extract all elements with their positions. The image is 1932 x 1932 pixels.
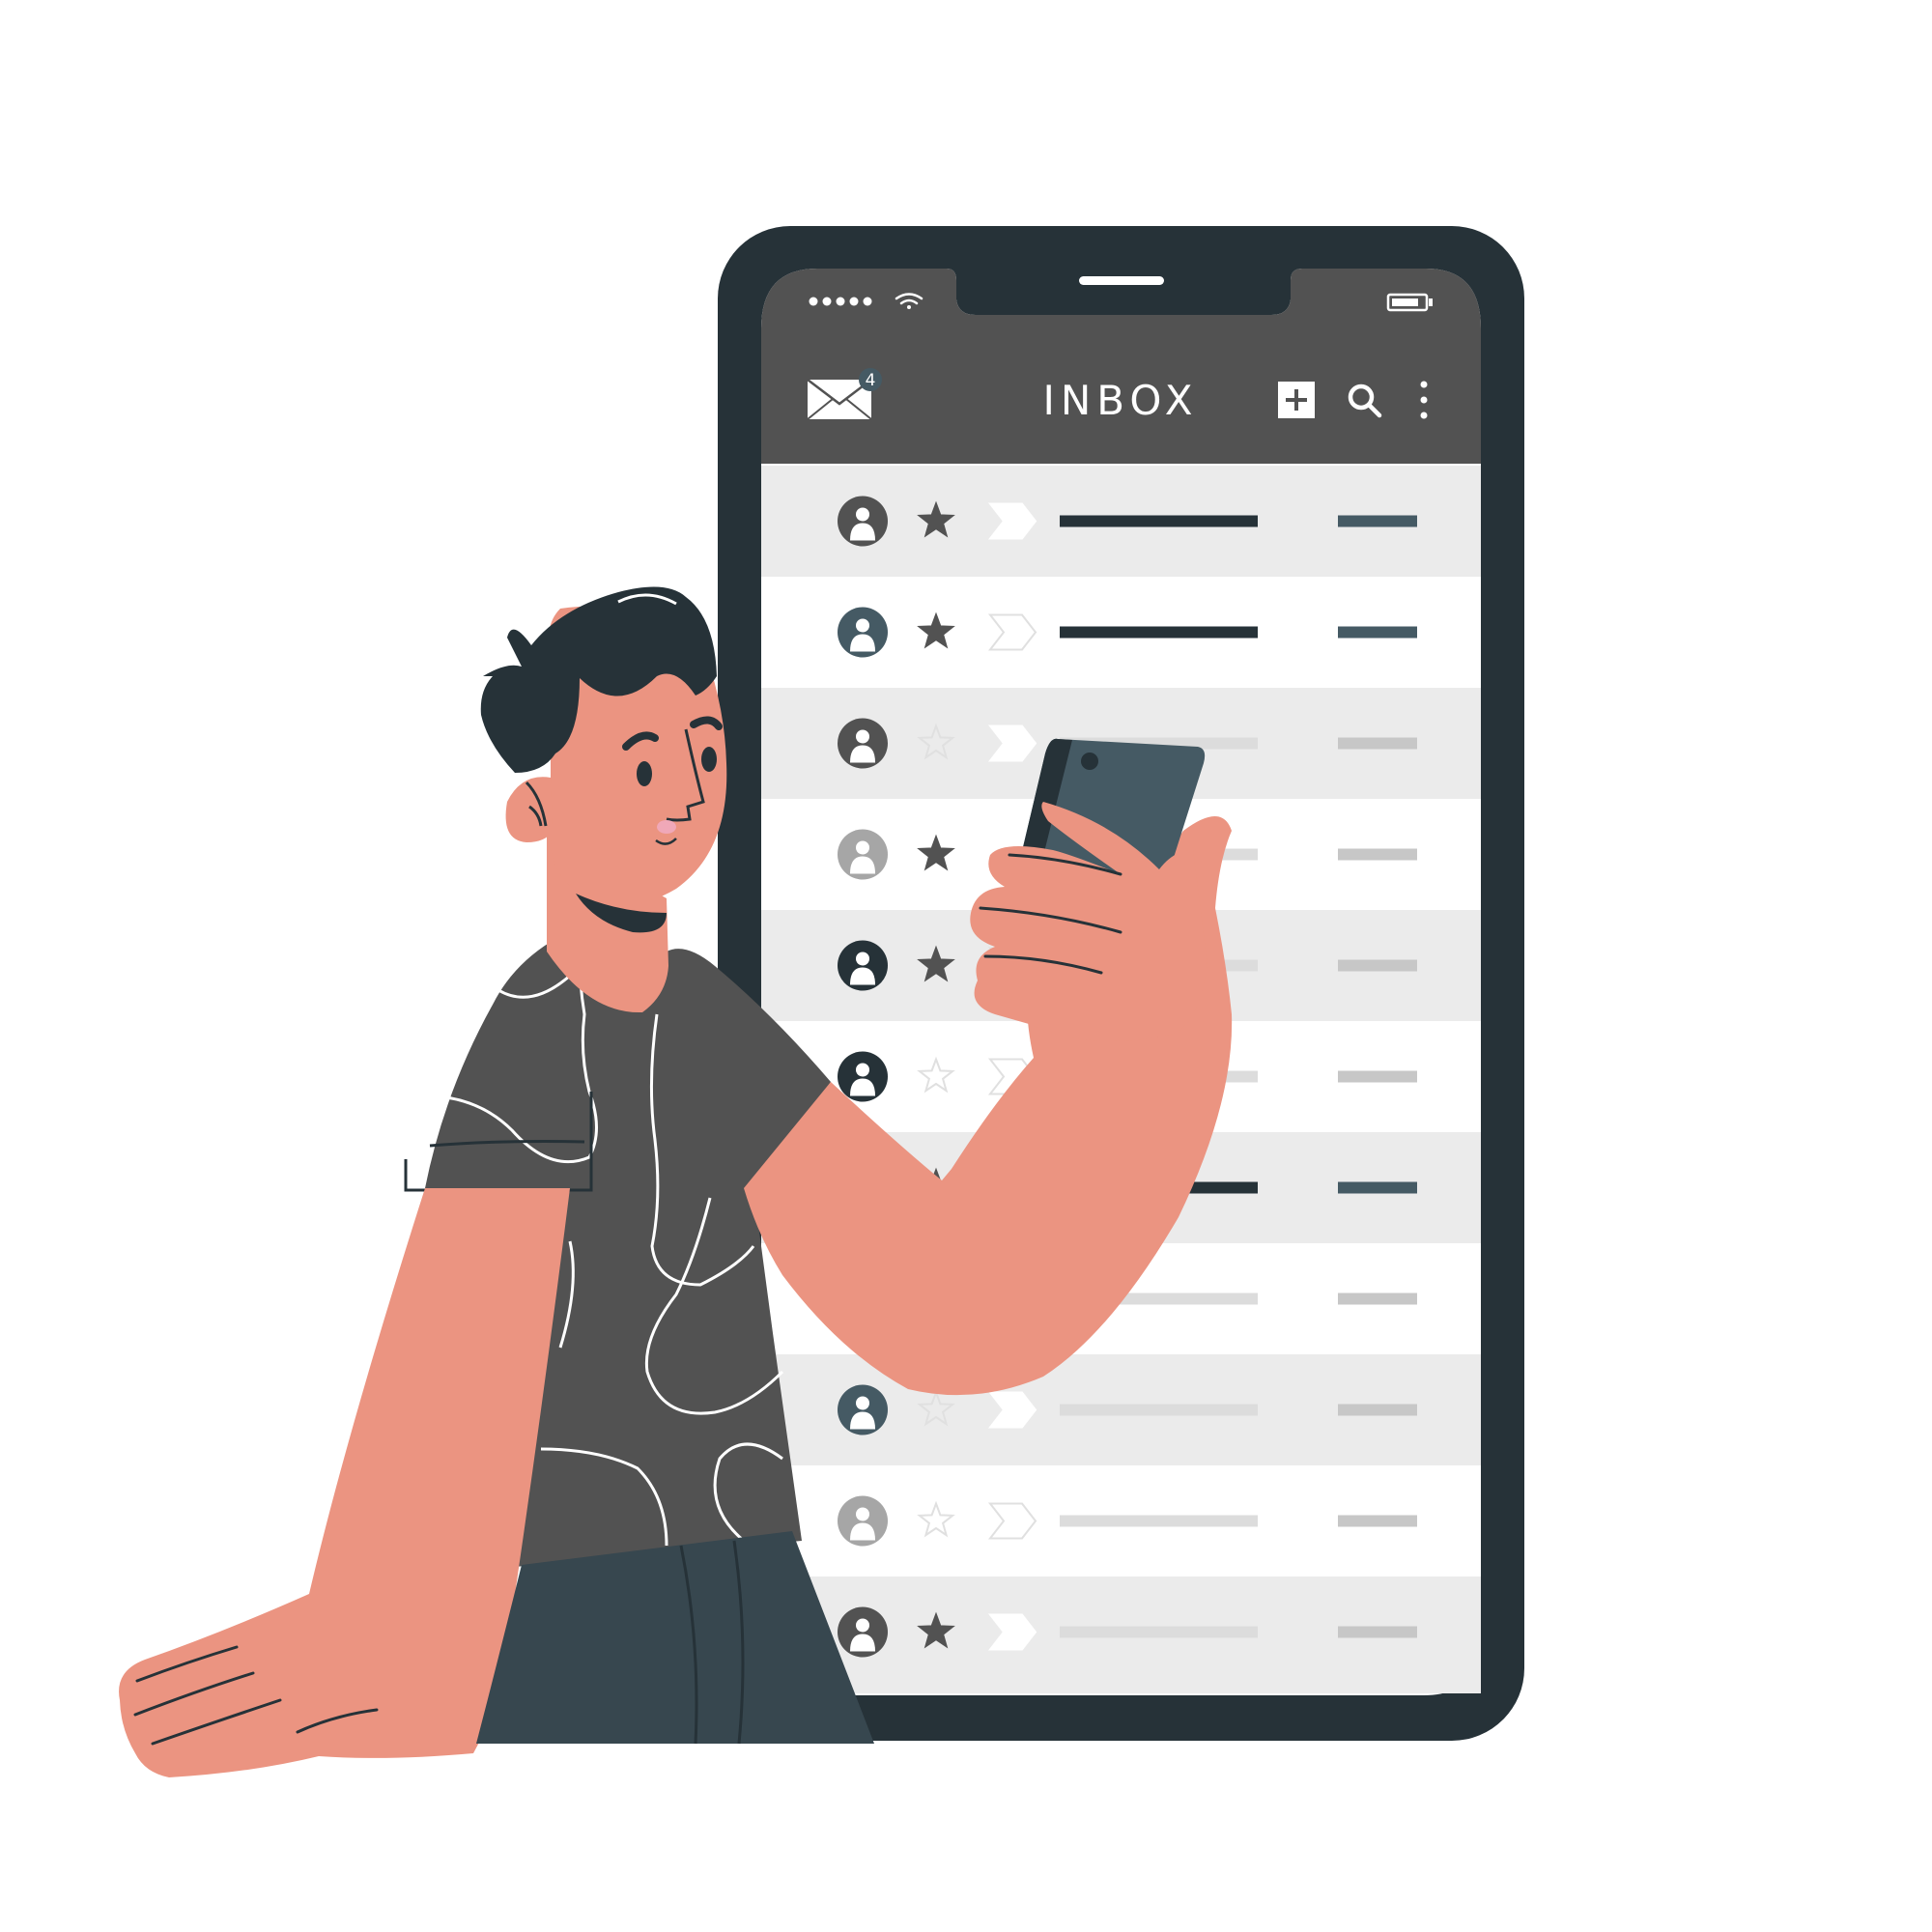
date-line [1338, 1515, 1417, 1527]
avatar [838, 1606, 888, 1658]
avatar [838, 1384, 888, 1435]
date-line [1338, 848, 1417, 861]
email-row[interactable] [761, 1354, 1481, 1465]
date-line [1338, 737, 1417, 750]
date-line [1338, 959, 1417, 972]
subject-line [1060, 1404, 1258, 1416]
email-row[interactable] [761, 577, 1481, 688]
phone-speaker [1079, 276, 1164, 285]
date-line [1338, 1293, 1417, 1305]
email-row[interactable] [761, 466, 1481, 577]
avatar [838, 718, 888, 769]
subject-line [1060, 515, 1258, 527]
date-line [1338, 626, 1417, 639]
email-row[interactable] [761, 1465, 1481, 1577]
date-line [1338, 515, 1417, 527]
date-line [1338, 1070, 1417, 1083]
more-vertical-icon[interactable] [1420, 381, 1428, 419]
left-eye [637, 761, 652, 786]
mouth [657, 820, 676, 834]
avatar [838, 1495, 888, 1547]
avatar [838, 496, 888, 547]
avatar [838, 607, 888, 658]
subject-line [1060, 1626, 1258, 1638]
unread-badge: 4 [859, 368, 882, 391]
avatar [838, 829, 888, 880]
illustration-scene: 4 INBOX [119, 226, 1524, 1777]
right-eye [701, 747, 717, 772]
date-line [1338, 1626, 1417, 1638]
page-title: INBOX [1042, 377, 1198, 424]
camera-dot [1081, 753, 1098, 770]
avatar [838, 1051, 888, 1102]
unread-badge-count: 4 [866, 371, 876, 390]
subject-line [1060, 1515, 1258, 1527]
date-line [1338, 1404, 1417, 1416]
plus-square-icon[interactable] [1278, 382, 1315, 418]
subject-line [1060, 626, 1258, 639]
email-row[interactable] [761, 1577, 1481, 1693]
date-line [1338, 1181, 1417, 1194]
avatar [838, 940, 888, 991]
